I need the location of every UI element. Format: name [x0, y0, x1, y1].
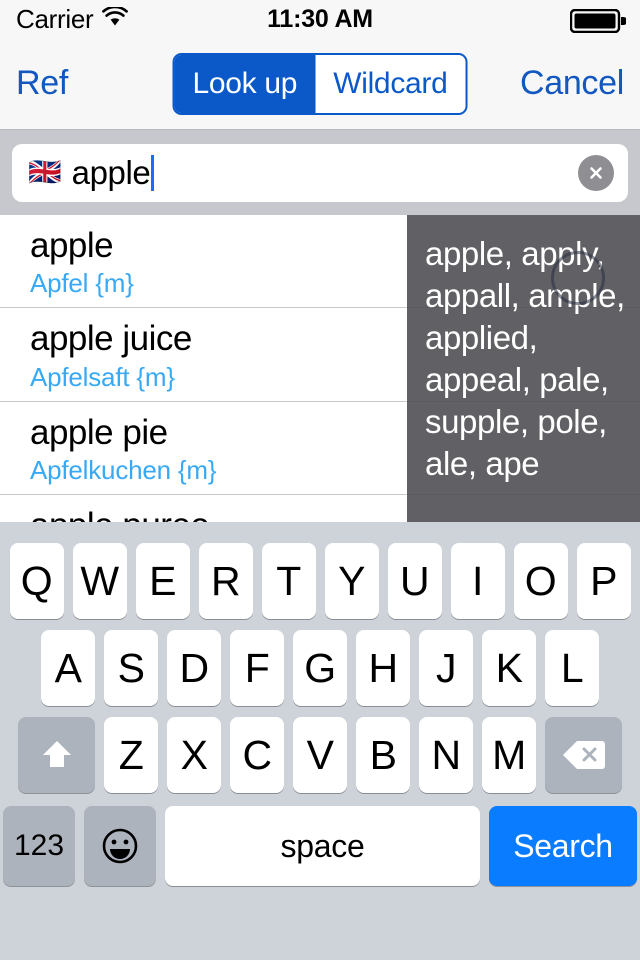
- key-v[interactable]: V: [293, 717, 347, 793]
- key-u[interactable]: U: [387, 543, 442, 619]
- key-z[interactable]: Z: [104, 717, 158, 793]
- key-o[interactable]: O: [513, 543, 568, 619]
- segmented-control[interactable]: Look up Wildcard: [172, 52, 468, 115]
- key-i[interactable]: I: [450, 543, 505, 619]
- key-j[interactable]: J: [419, 630, 473, 706]
- text-caret: [151, 154, 155, 191]
- search-key[interactable]: Search: [489, 806, 637, 886]
- key-k[interactable]: K: [482, 630, 536, 706]
- keyboard-row-2: A S D F G H J K L: [0, 619, 640, 706]
- keyboard-row-4: 123 space Search: [0, 793, 640, 886]
- key-n[interactable]: N: [419, 717, 473, 793]
- keyboard: Q W E R T Y U I O P A S D F G H J K L Z …: [0, 522, 640, 960]
- segment-wildcard[interactable]: Wildcard: [315, 55, 465, 113]
- key-r[interactable]: R: [198, 543, 253, 619]
- key-b[interactable]: B: [356, 717, 410, 793]
- shift-arrow-icon[interactable]: [18, 717, 95, 793]
- search-bar: 🇬🇧 apple: [0, 130, 640, 215]
- key-g[interactable]: G: [293, 630, 347, 706]
- key-s[interactable]: S: [104, 630, 158, 706]
- space-key[interactable]: space: [165, 806, 480, 886]
- search-input-value: apple: [71, 153, 151, 191]
- numbers-key[interactable]: 123: [3, 806, 75, 886]
- keyboard-row-1: Q W E R T Y U I O P: [0, 522, 640, 619]
- key-f[interactable]: F: [230, 630, 284, 706]
- status-time: 11:30 AM: [267, 4, 373, 33]
- activity-indicator-icon: [551, 251, 605, 305]
- key-q[interactable]: Q: [9, 543, 64, 619]
- smiley-face-icon[interactable]: [84, 806, 156, 886]
- cancel-button[interactable]: Cancel: [520, 64, 624, 103]
- key-p[interactable]: P: [576, 543, 631, 619]
- key-a[interactable]: A: [41, 630, 95, 706]
- uk-flag-icon: 🇬🇧: [28, 157, 62, 187]
- keyboard-row-3: Z X C V B N M: [0, 706, 640, 793]
- key-t[interactable]: T: [261, 543, 316, 619]
- battery-full-icon: [569, 8, 628, 38]
- nav-bar: Ref Look up Wildcard Cancel: [0, 38, 640, 130]
- key-l[interactable]: L: [545, 630, 599, 706]
- key-w[interactable]: W: [72, 543, 127, 619]
- backspace-icon[interactable]: [545, 717, 622, 793]
- key-m[interactable]: M: [482, 717, 536, 793]
- key-c[interactable]: C: [230, 717, 284, 793]
- clear-circle-icon[interactable]: [578, 154, 614, 191]
- segment-look-up[interactable]: Look up: [174, 54, 316, 113]
- search-input[interactable]: 🇬🇧 apple: [12, 143, 628, 202]
- key-y[interactable]: Y: [324, 543, 379, 619]
- ref-button[interactable]: Ref: [16, 64, 68, 103]
- key-h[interactable]: H: [356, 630, 410, 706]
- key-x[interactable]: X: [167, 717, 221, 793]
- status-bar: Carrier 11:30 AM: [0, 0, 640, 38]
- suggestion-overlay: apple, apply, appall, ample, applied, ap…: [407, 215, 640, 522]
- key-d[interactable]: D: [167, 630, 221, 706]
- key-e[interactable]: E: [135, 543, 190, 619]
